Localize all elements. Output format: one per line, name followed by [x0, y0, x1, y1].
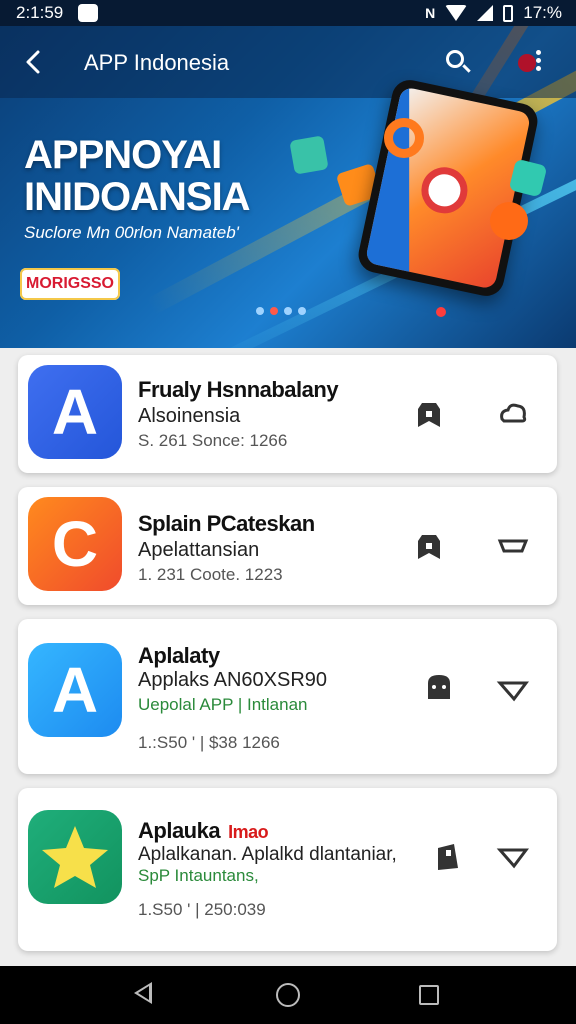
cloud-icon [496, 681, 529, 702]
app-name: Frualy Hsnnabalany [138, 377, 339, 402]
list-item[interactable]: C Splain PCateskan Apelattansian 1. 231 … [18, 487, 557, 605]
banner-badge[interactable]: MORIGSSO [20, 268, 120, 300]
lock-button[interactable] [422, 671, 456, 705]
chevron-left-icon [26, 50, 40, 74]
banner[interactable]: APP Indonesia APPNOYAI INIDOANSIA Suclor… [0, 26, 576, 348]
lock-icon [418, 535, 440, 559]
more-vert-icon [536, 50, 542, 74]
app-subtitle: Alsoinensia [138, 405, 241, 427]
lightning-icon [490, 202, 528, 240]
battery-icon [503, 4, 514, 22]
cloud-button[interactable] [496, 529, 530, 563]
avatar [518, 54, 536, 72]
list-item[interactable]: A Frualy Hsnnabalany Alsoinensia S. 261 … [18, 355, 557, 473]
battery-percent: 17:% [523, 3, 562, 22]
letter-a-icon: A [51, 376, 99, 448]
app-meta: 1.:S50 ' | $38 1266 [138, 733, 280, 752]
carousel-dot [436, 307, 446, 317]
app-developer: Uepolal APP | Intlanan [138, 695, 308, 714]
app-meta: S. 261 Sonce: 1266 [138, 431, 288, 450]
lock-icon [418, 403, 440, 427]
app-name: Aplauka Imao [138, 818, 269, 843]
cloud-icon [497, 539, 529, 553]
app-subtitle: Applaks AN60XSR90 [138, 669, 328, 691]
app-icon: C [28, 497, 122, 591]
lock-button[interactable] [412, 397, 446, 431]
back-icon[interactable] [134, 982, 152, 1004]
app-name: Splain PCateskan [138, 511, 315, 536]
app-subtitle: Aplalkanan. Aplalkd dlantaniar, [138, 844, 397, 865]
app-bar: APP Indonesia [0, 26, 576, 98]
lock-button[interactable] [412, 529, 446, 563]
lock-button[interactable] [430, 840, 464, 874]
app-store-icon: A [51, 654, 99, 726]
cloud-icon [500, 403, 527, 423]
page-title: APP Indonesia [84, 50, 230, 75]
nfc-icon: N [425, 5, 436, 21]
list-item[interactable]: Aplauka Imao Aplalkanan. Aplalkd dlantani… [18, 788, 557, 951]
lock-icon [438, 844, 458, 870]
back-button[interactable] [18, 46, 50, 78]
system-nav-bar [0, 966, 576, 1024]
app-logo-icon [417, 163, 472, 218]
app-subtitle: Apelattansian [138, 539, 260, 561]
notification-icon [78, 4, 98, 22]
cloud-icon [496, 848, 529, 869]
app-icon: A [28, 643, 122, 737]
app-developer: SpP Intauntans, [138, 866, 259, 885]
ring-icon [384, 118, 424, 158]
status-bar: 2:1:59 N 17:% [0, 0, 576, 26]
recents-icon[interactable] [419, 985, 439, 1005]
app-name: Aplalaty [138, 643, 220, 668]
app-meta: 1. 231 Coote. 1223 [138, 565, 283, 584]
app-icon [28, 810, 122, 904]
lock-icon [428, 675, 450, 699]
status-icons: N 17:% [425, 3, 562, 23]
app-meta: 1.S50 ' | 250:039 [138, 900, 266, 919]
overflow-menu-button[interactable] [516, 46, 550, 80]
app-icon: A [28, 365, 122, 459]
banner-subtitle: Suclore Mn 00rlon Namateb' [24, 223, 239, 242]
search-button[interactable] [444, 48, 474, 78]
status-time: 2:1:59 [16, 3, 64, 22]
cloud-button[interactable] [496, 397, 530, 431]
signal-icon [477, 5, 494, 21]
home-icon[interactable] [276, 983, 300, 1007]
star-icon [42, 826, 108, 888]
cloud-button[interactable] [496, 840, 530, 874]
search-icon [446, 50, 464, 68]
app-tag: Imao [228, 822, 269, 842]
letter-c-icon: C [51, 508, 99, 580]
list-item[interactable]: A Aplalaty Applaks AN60XSR90 Uepolal APP… [18, 619, 557, 774]
carousel-pager[interactable] [256, 307, 306, 315]
banner-title: APPNOYAI INIDOANSIA [24, 133, 251, 219]
cloud-button[interactable] [496, 673, 530, 707]
chat-icon [289, 135, 329, 175]
wifi-icon [445, 5, 468, 21]
